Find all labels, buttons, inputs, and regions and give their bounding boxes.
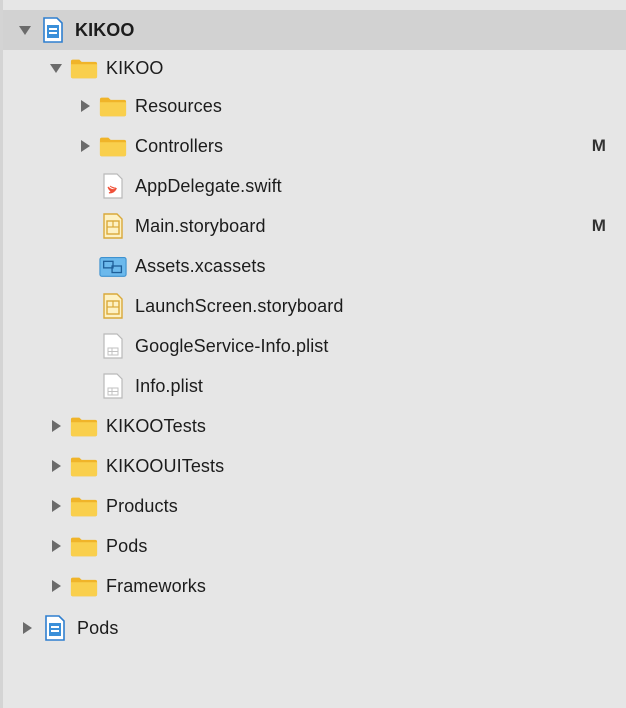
tree-row-appdelegate[interactable]: AppDelegate.swift <box>3 166 626 206</box>
tree-row-resources[interactable]: Resources <box>3 86 626 126</box>
tree-row-label: Frameworks <box>106 575 207 596</box>
disclosure-expanded-icon[interactable] <box>48 60 64 76</box>
folder-icon <box>99 93 127 119</box>
folder-icon <box>70 533 98 559</box>
tree-row-label: Info.plist <box>135 375 204 396</box>
disclosure-collapsed-icon[interactable] <box>77 138 93 154</box>
disclosure-collapsed-icon[interactable] <box>77 98 93 114</box>
tree-row-controllers[interactable]: Controllers M <box>3 126 626 166</box>
tree-row-label: Main.storyboard <box>135 215 266 236</box>
folder-icon <box>99 133 127 159</box>
swift-file-icon <box>99 173 127 199</box>
tree-row-kikootests[interactable]: KIKOOTests <box>3 406 626 446</box>
tree-row-pods-project[interactable]: Pods <box>3 608 626 648</box>
disclosure-collapsed-icon[interactable] <box>48 498 64 514</box>
project-icon <box>39 17 67 43</box>
plist-file-icon <box>99 333 127 359</box>
tree-row-products[interactable]: Products <box>3 486 626 526</box>
disclosure-collapsed-icon[interactable] <box>48 418 64 434</box>
tree-row-label: Controllers <box>135 135 224 156</box>
tree-row-label: KIKOO <box>75 19 135 40</box>
tree-row-label: AppDelegate.swift <box>135 175 282 196</box>
folder-icon <box>70 453 98 479</box>
disclosure-collapsed-icon[interactable] <box>48 578 64 594</box>
tree-row-folder-kikoo[interactable]: KIKOO <box>3 48 626 88</box>
asset-catalog-icon <box>99 253 127 279</box>
tree-row-assets[interactable]: Assets.xcassets <box>3 246 626 286</box>
tree-row-label: Products <box>106 495 178 516</box>
tree-row-label: Resources <box>135 95 222 116</box>
tree-row-label: LaunchScreen.storyboard <box>135 295 344 316</box>
project-icon <box>41 615 69 641</box>
folder-icon <box>70 55 98 81</box>
folder-icon <box>70 573 98 599</box>
tree-row-frameworks[interactable]: Frameworks <box>3 566 626 606</box>
tree-row-label: KIKOOUITests <box>106 455 225 476</box>
tree-row-label: GoogleService-Info.plist <box>135 335 329 356</box>
disclosure-collapsed-icon[interactable] <box>48 538 64 554</box>
tree-row-googleservice-plist[interactable]: GoogleService-Info.plist <box>3 326 626 366</box>
tree-row-label: Assets.xcassets <box>135 255 266 276</box>
tree-row-info-plist[interactable]: Info.plist <box>3 366 626 406</box>
scm-status-badge: M <box>591 216 606 235</box>
tree-row-launchscreen[interactable]: LaunchScreen.storyboard <box>3 286 626 326</box>
disclosure-collapsed-icon[interactable] <box>19 620 35 636</box>
tree-row-main-storyboard[interactable]: Main.storyboard M <box>3 206 626 246</box>
storyboard-file-icon <box>99 293 127 319</box>
storyboard-file-icon <box>99 213 127 239</box>
tree-row-label: KIKOOTests <box>106 415 207 436</box>
folder-icon <box>70 493 98 519</box>
plist-file-icon <box>99 373 127 399</box>
tree-row-pods-folder[interactable]: Pods <box>3 526 626 566</box>
tree-row-label: KIKOO <box>106 57 164 78</box>
disclosure-expanded-icon[interactable] <box>17 22 33 38</box>
scm-status-badge: M <box>591 136 606 155</box>
folder-icon <box>70 413 98 439</box>
project-navigator: KIKOO KIKOO Resources Controllers M AppD… <box>0 0 626 708</box>
tree-row-label: Pods <box>77 617 119 638</box>
tree-row-kikoouitests[interactable]: KIKOOUITests <box>3 446 626 486</box>
tree-row-project-kikoo[interactable]: KIKOO <box>3 10 626 50</box>
disclosure-collapsed-icon[interactable] <box>48 458 64 474</box>
tree-row-label: Pods <box>106 535 148 556</box>
